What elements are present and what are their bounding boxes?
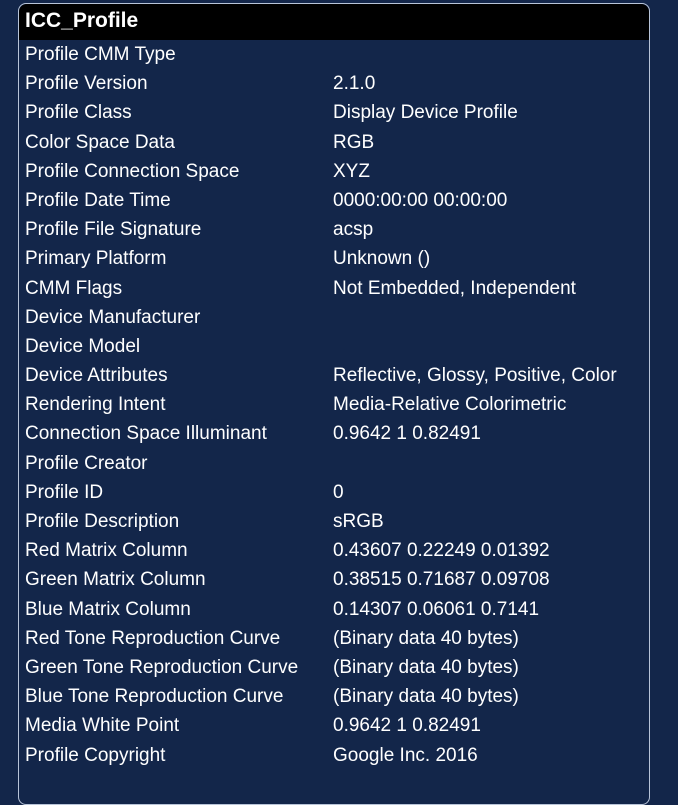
row-key: Profile Creator	[25, 452, 148, 474]
row-key: Connection Space Illuminant	[25, 423, 267, 445]
row-value: 0	[333, 481, 344, 503]
table-row: Red Tone Reproduction Curve (Binary data …	[19, 624, 649, 653]
row-key: Profile File Signature	[25, 219, 202, 241]
row-key: CMM Flags	[25, 277, 123, 299]
row-key: Primary Platform	[25, 248, 167, 270]
table-row: Profile CMM Type	[19, 40, 649, 69]
row-value: acsp	[333, 219, 374, 241]
table-row: Green Matrix Column 0.38515 0.71687 0.097…	[19, 565, 649, 594]
row-value: Display Device Profile	[333, 102, 518, 124]
table-row: Rendering Intent Media-Relative Colorimet…	[19, 390, 649, 419]
row-value: 0000:00:00 00:00:00	[333, 189, 508, 211]
table-row: Device Manufacturer	[19, 303, 649, 332]
row-key: Profile Class	[25, 102, 132, 124]
row-value: Media-Relative Colorimetric	[333, 394, 567, 416]
table-row: Profile Connection Space XYZ	[19, 157, 649, 186]
row-key: Color Space Data	[25, 131, 175, 153]
row-key: Media White Point	[25, 715, 180, 737]
row-value: RGB	[333, 131, 375, 153]
row-value: 2.1.0	[333, 73, 376, 95]
row-value: Unknown ()	[333, 248, 431, 270]
row-value: 0.43607 0.22249 0.01392	[333, 540, 550, 562]
section-title: ICC_Profile	[19, 4, 649, 40]
row-key: Profile ID	[25, 481, 104, 503]
row-key: Profile CMM Type	[25, 44, 176, 65]
row-value: (Binary data 40 bytes)	[333, 686, 519, 708]
row-key: Profile Connection Space	[25, 160, 240, 182]
table-row: Profile Copyright Google Inc. 2016	[19, 741, 649, 770]
row-key: Device Manufacturer	[25, 306, 201, 328]
row-key: Rendering Intent	[25, 394, 166, 416]
row-key: Green Tone Reproduction Curve	[25, 656, 299, 678]
table-row: Profile File Signature acsp	[19, 215, 649, 244]
row-value: 0.38515 0.71687 0.09708	[333, 569, 550, 591]
row-value: 0.14307 0.06061 0.7141	[333, 598, 540, 620]
row-key: Profile Version	[25, 73, 148, 95]
row-value: (Binary data 40 bytes)	[333, 627, 519, 649]
row-key: Profile Date Time	[25, 189, 171, 211]
table-row: Primary Platform Unknown ()	[19, 244, 649, 273]
table-row: Profile Date Time 0000:00:00 00:00:00	[19, 186, 649, 215]
table-row: Blue Matrix Column 0.14307 0.06061 0.7141	[19, 595, 649, 624]
metadata-table: Profile CMM Type Profile Version 2.1.0 Prof…	[19, 40, 649, 770]
table-row: Blue Tone Reproduction Curve (Binary data…	[19, 682, 649, 711]
row-key: Profile Copyright	[25, 744, 166, 766]
row-value: sRGB	[333, 511, 384, 532]
row-value: Google Inc. 2016	[333, 744, 478, 766]
row-key: Device Model	[25, 335, 141, 357]
table-row: Red Matrix Column 0.43607 0.22249 0.01392	[19, 536, 649, 565]
row-value: 0.9642 1 0.82491	[333, 715, 481, 737]
table-row: Connection Space Illuminant 0.9642 1 0.82…	[19, 419, 649, 448]
table-row: Profile Creator	[19, 449, 649, 478]
table-row: Profile Description sRGB	[19, 507, 649, 536]
table-row: Green Tone Reproduction Curve (Binary dat…	[19, 653, 649, 682]
row-key: Red Tone Reproduction Curve	[25, 627, 281, 649]
table-row: Profile Class Display Device Profile	[19, 98, 649, 127]
row-key: Green Matrix Column	[25, 569, 206, 591]
row-value: XYZ	[333, 160, 370, 182]
row-key: Blue Tone Reproduction Curve	[25, 686, 284, 708]
row-value: Not Embedded, Independent	[333, 277, 576, 299]
row-key: Blue Matrix Column	[25, 598, 191, 620]
row-value: Reflective, Glossy, Positive, Color	[333, 365, 617, 387]
table-row: Device Attributes Reflective, Glossy, Pos…	[19, 361, 649, 390]
row-key: Profile Description	[25, 511, 180, 532]
table-row: Media White Point 0.9642 1 0.82491	[19, 711, 649, 740]
table-row: Color Space Data RGB	[19, 128, 649, 157]
table-row: CMM Flags Not Embedded, Independent	[19, 274, 649, 303]
row-value: (Binary data 40 bytes)	[333, 656, 519, 678]
table-row: Profile ID 0	[19, 478, 649, 507]
row-key: Device Attributes	[25, 365, 168, 387]
table-row: Device Model	[19, 332, 649, 361]
row-value: 0.9642 1 0.82491	[333, 423, 481, 445]
row-key: Red Matrix Column	[25, 540, 188, 562]
table-row: Profile Version 2.1.0	[19, 69, 649, 98]
icc-profile-panel: ICC_Profile Profile CMM Type Profile Vers…	[18, 3, 650, 805]
